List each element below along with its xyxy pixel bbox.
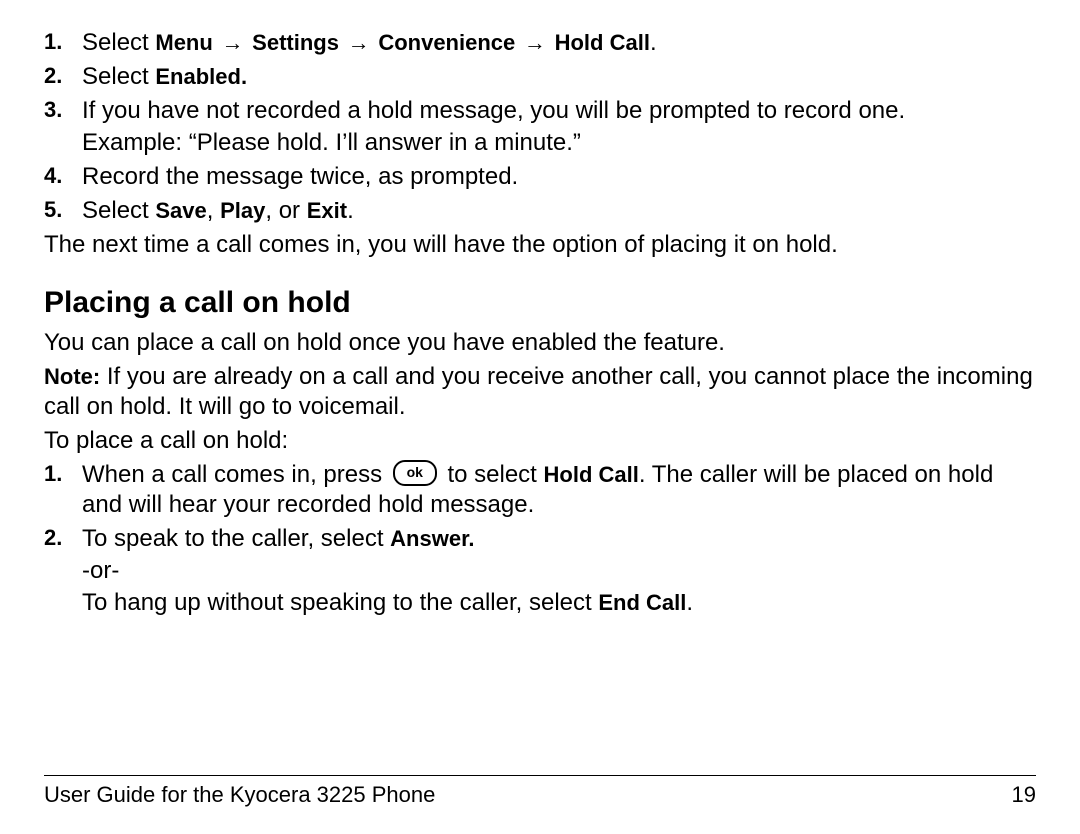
step-2: 2. Select Enabled. (44, 62, 1036, 92)
post-steps-paragraph: The next time a call comes in, you will … (44, 230, 1036, 260)
section-lead: To place a call on hold: (44, 426, 1036, 456)
menu-path-menu: Menu (155, 30, 212, 55)
menu-path-settings: Settings (252, 30, 339, 55)
page-number: 19 (1012, 782, 1036, 808)
step-body: Select Enabled. (82, 62, 1036, 92)
steps-list-2: 1. When a call comes in, press to select… (44, 460, 1036, 618)
step-body: To speak to the caller, select Answer. -… (82, 524, 1036, 618)
step-number: 5. (44, 196, 82, 224)
footer-title: User Guide for the Kyocera 3225 Phone (44, 782, 435, 808)
step-5: 5. Select Save, Play, or Exit. (44, 196, 1036, 226)
section-note: Note: If you are already on a call and y… (44, 362, 1036, 422)
note-label: Note: (44, 364, 100, 389)
step2-1: 1. When a call comes in, press to select… (44, 460, 1036, 520)
arrow-icon: → (522, 29, 548, 57)
step-number: 3. (44, 96, 82, 124)
steps-list-1: 1. Select Menu → Settings → Convenience … (44, 28, 1036, 226)
step-number: 1. (44, 460, 82, 488)
step-example: Example: “Please hold. I’ll answer in a … (82, 128, 1036, 158)
page-content: 1. Select Menu → Settings → Convenience … (44, 28, 1036, 618)
step-body: When a call comes in, press to select Ho… (82, 460, 1036, 520)
step-body: If you have not recorded a hold message,… (82, 96, 1036, 158)
step-number: 1. (44, 28, 82, 56)
menu-path-holdcall: Hold Call (555, 30, 650, 55)
step-4: 4. Record the message twice, as prompted… (44, 162, 1036, 192)
step-3: 3. If you have not recorded a hold messa… (44, 96, 1036, 158)
arrow-icon: → (220, 29, 246, 57)
step-number: 2. (44, 524, 82, 552)
alt-instruction: To hang up without speaking to the calle… (82, 588, 1036, 618)
step-1: 1. Select Menu → Settings → Convenience … (44, 28, 1036, 58)
step-number: 2. (44, 62, 82, 90)
menu-path-convenience: Convenience (378, 30, 515, 55)
section-heading: Placing a call on hold (44, 284, 1036, 322)
step-body: Select Menu → Settings → Convenience → H… (82, 28, 1036, 58)
ok-button-icon (393, 460, 437, 486)
document-page: 1. Select Menu → Settings → Convenience … (0, 0, 1080, 834)
page-footer: User Guide for the Kyocera 3225 Phone 19 (44, 775, 1036, 808)
arrow-icon: → (346, 29, 372, 57)
step-body: Record the message twice, as prompted. (82, 162, 1036, 192)
step-number: 4. (44, 162, 82, 190)
step2-2: 2. To speak to the caller, select Answer… (44, 524, 1036, 618)
step-body: Select Save, Play, or Exit. (82, 196, 1036, 226)
section-intro: You can place a call on hold once you ha… (44, 328, 1036, 358)
or-separator: -or- (82, 556, 1036, 586)
